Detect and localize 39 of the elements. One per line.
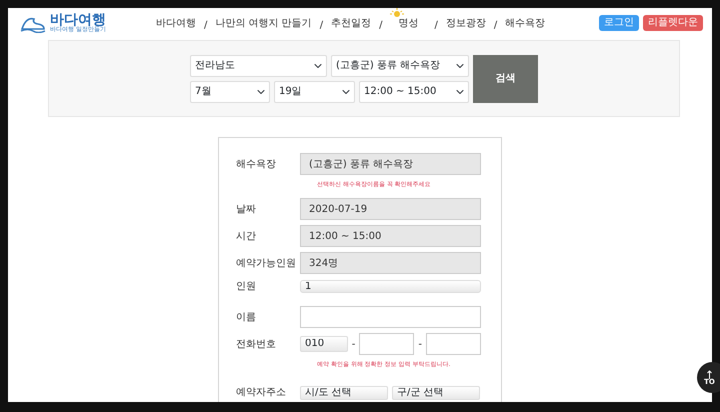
field-label: 전화번호	[236, 338, 277, 352]
nav-link[interactable]: 추천일정	[331, 16, 372, 30]
readonly-field[interactable]: 2020-07-19	[300, 198, 481, 220]
field-label: 예약자주소	[236, 386, 287, 400]
field-label: 인원	[236, 280, 257, 294]
field-label: 시간	[236, 230, 257, 244]
nav-link[interactable]: 바다여행	[156, 16, 196, 30]
nav-link[interactable]: 나만의 여행지 만들기	[215, 16, 312, 30]
readonly-field[interactable]: 12:00 ~ 15:00	[300, 225, 481, 247]
nav-separator: /	[320, 18, 324, 32]
people-select[interactable]: 1	[300, 280, 481, 293]
phone-separator: -	[352, 338, 356, 352]
field-label: 이름	[236, 310, 257, 324]
day-select[interactable]: 19일	[274, 80, 355, 102]
month-select[interactable]: 7월	[190, 80, 270, 102]
sun-icon	[390, 8, 404, 18]
download-button[interactable]: 리플렛다운	[643, 15, 703, 31]
logo-title: 바다여행	[50, 13, 106, 27]
input-field[interactable]	[300, 306, 481, 328]
phone-field[interactable]	[426, 333, 481, 355]
beach-select[interactable]: (고흥군) 풍류 해수욕장	[331, 54, 469, 76]
field-label: 날짜	[236, 202, 257, 216]
time-select[interactable]: 12:00 ~ 15:00	[359, 80, 469, 102]
nav-separator: /	[494, 18, 498, 32]
nav-separator: /	[434, 18, 438, 32]
readonly-field[interactable]: 324명	[300, 252, 481, 274]
readonly-field[interactable]: (고흥군) 풍류 해수욕장	[300, 153, 481, 175]
phone-separator: -	[418, 338, 422, 352]
nav-separator: /	[204, 18, 208, 32]
nav-link[interactable]: 명성	[398, 18, 418, 28]
phone-field[interactable]	[359, 333, 414, 355]
field-label: 예약가능인원	[236, 256, 297, 270]
search-button[interactable]: 검색	[473, 54, 538, 102]
nav-link[interactable]: 정보광장	[446, 16, 486, 30]
nav-link[interactable]: 해수욕장	[505, 16, 546, 30]
field-label: 해수욕장	[236, 158, 277, 172]
up-arrow-icon	[707, 370, 712, 378]
region-select[interactable]: 전라남도	[190, 54, 327, 76]
nav-separator: /	[379, 18, 382, 32]
